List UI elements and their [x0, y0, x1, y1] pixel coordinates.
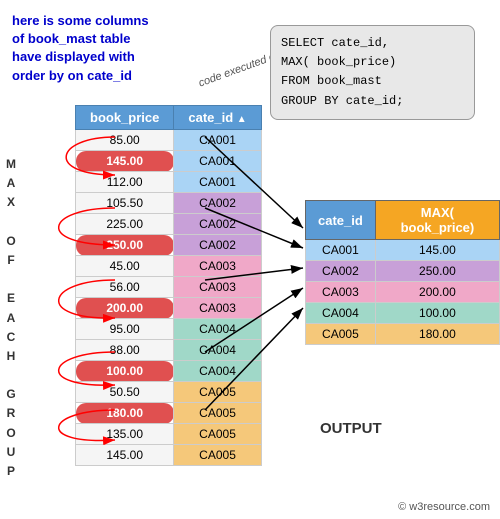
price-cell: 180.00 [76, 403, 174, 424]
main-table: book_price cate_id ▲ 85.00CA001145.00CA0… [75, 105, 262, 466]
output-table-container: cate_id MAX( book_price) CA001145.00CA00… [305, 200, 500, 345]
table-row: 45.00CA003 [76, 256, 262, 277]
output-row: CA001145.00 [306, 240, 500, 261]
table-row: 112.00CA001 [76, 172, 262, 193]
out-cate-cell: CA003 [306, 282, 376, 303]
main-table-container: book_price cate_id ▲ 85.00CA001145.00CA0… [75, 105, 262, 466]
output-table: cate_id MAX( book_price) CA001145.00CA00… [305, 200, 500, 345]
table-row: 200.00CA003 [76, 298, 262, 319]
sql-line2: MAX( book_price) [281, 55, 396, 69]
price-cell: 225.00 [76, 214, 174, 235]
price-cell: 56.00 [76, 277, 174, 298]
cate-cell: CA005 [174, 445, 261, 466]
cate-cell: CA002 [174, 214, 261, 235]
table-row: 250.00CA002 [76, 235, 262, 256]
cate-cell: CA001 [174, 151, 261, 172]
table-row: 145.00CA005 [76, 445, 262, 466]
out-max-cell: 200.00 [375, 282, 499, 303]
out-max-cell: 100.00 [375, 303, 499, 324]
copyright: © w3resource.com [398, 501, 490, 513]
sql-line1: SELECT cate_id, [281, 36, 389, 50]
table-row: 135.00CA005 [76, 424, 262, 445]
out-max-cell: 145.00 [375, 240, 499, 261]
annotation-line2: of book_mast table [12, 31, 130, 46]
price-cell: 200.00 [76, 298, 174, 319]
price-cell: 145.00 [76, 151, 174, 172]
out-cate-cell: CA005 [306, 324, 376, 345]
cate-cell: CA001 [174, 130, 261, 151]
table-row: 95.00CA004 [76, 319, 262, 340]
cate-cell: CA005 [174, 403, 261, 424]
table-row: 105.50CA002 [76, 193, 262, 214]
output-label: OUTPUT [320, 420, 382, 437]
cate-cell: CA004 [174, 319, 261, 340]
cate-cell: CA002 [174, 235, 261, 256]
table-row: 50.50CA005 [76, 382, 262, 403]
price-cell: 112.00 [76, 172, 174, 193]
annotation-line4: order by on cate_id [12, 68, 132, 83]
out-max-cell: 180.00 [375, 324, 499, 345]
sql-box: SELECT cate_id, MAX( book_price) FROM bo… [270, 25, 475, 120]
table-row: 88.00CA004 [76, 340, 262, 361]
table-row: 85.00CA001 [76, 130, 262, 151]
table-row: 145.00CA001 [76, 151, 262, 172]
annotation-text: here is some columns of book_mast table … [12, 12, 149, 85]
side-label: MAX OF EACH GROUP [6, 155, 17, 481]
cate-cell: CA004 [174, 340, 261, 361]
price-cell: 95.00 [76, 319, 174, 340]
cate-cell: CA002 [174, 193, 261, 214]
out-cate-cell: CA002 [306, 261, 376, 282]
annotation-line1: here is some columns [12, 13, 149, 28]
price-cell: 250.00 [76, 235, 174, 256]
output-row: CA004100.00 [306, 303, 500, 324]
cate-cell: CA005 [174, 424, 261, 445]
out-cate-cell: CA004 [306, 303, 376, 324]
cate-cell: CA001 [174, 172, 261, 193]
cate-cell: CA005 [174, 382, 261, 403]
price-cell: 145.00 [76, 445, 174, 466]
col-cate-id: cate_id ▲ [174, 106, 261, 130]
col-book-price: book_price [76, 106, 174, 130]
cate-cell: CA003 [174, 256, 261, 277]
output-row: CA002250.00 [306, 261, 500, 282]
price-cell: 100.00 [76, 361, 174, 382]
cate-cell: CA004 [174, 361, 261, 382]
price-cell: 88.00 [76, 340, 174, 361]
annotation-line3: have displayed with [12, 49, 135, 64]
price-cell: 135.00 [76, 424, 174, 445]
table-row: 100.00CA004 [76, 361, 262, 382]
out-col-cate: cate_id [306, 201, 376, 240]
out-col-max: MAX( book_price) [375, 201, 499, 240]
table-row: 225.00CA002 [76, 214, 262, 235]
price-cell: 45.00 [76, 256, 174, 277]
table-row: 56.00CA003 [76, 277, 262, 298]
table-row: 180.00CA005 [76, 403, 262, 424]
out-max-cell: 250.00 [375, 261, 499, 282]
sql-line3: FROM book_mast [281, 74, 382, 88]
cate-cell: CA003 [174, 277, 261, 298]
sql-line4: GROUP BY cate_id; [281, 94, 403, 108]
cate-cell: CA003 [174, 298, 261, 319]
price-cell: 85.00 [76, 130, 174, 151]
out-cate-cell: CA001 [306, 240, 376, 261]
output-row: CA005180.00 [306, 324, 500, 345]
price-cell: 105.50 [76, 193, 174, 214]
price-cell: 50.50 [76, 382, 174, 403]
output-row: CA003200.00 [306, 282, 500, 303]
